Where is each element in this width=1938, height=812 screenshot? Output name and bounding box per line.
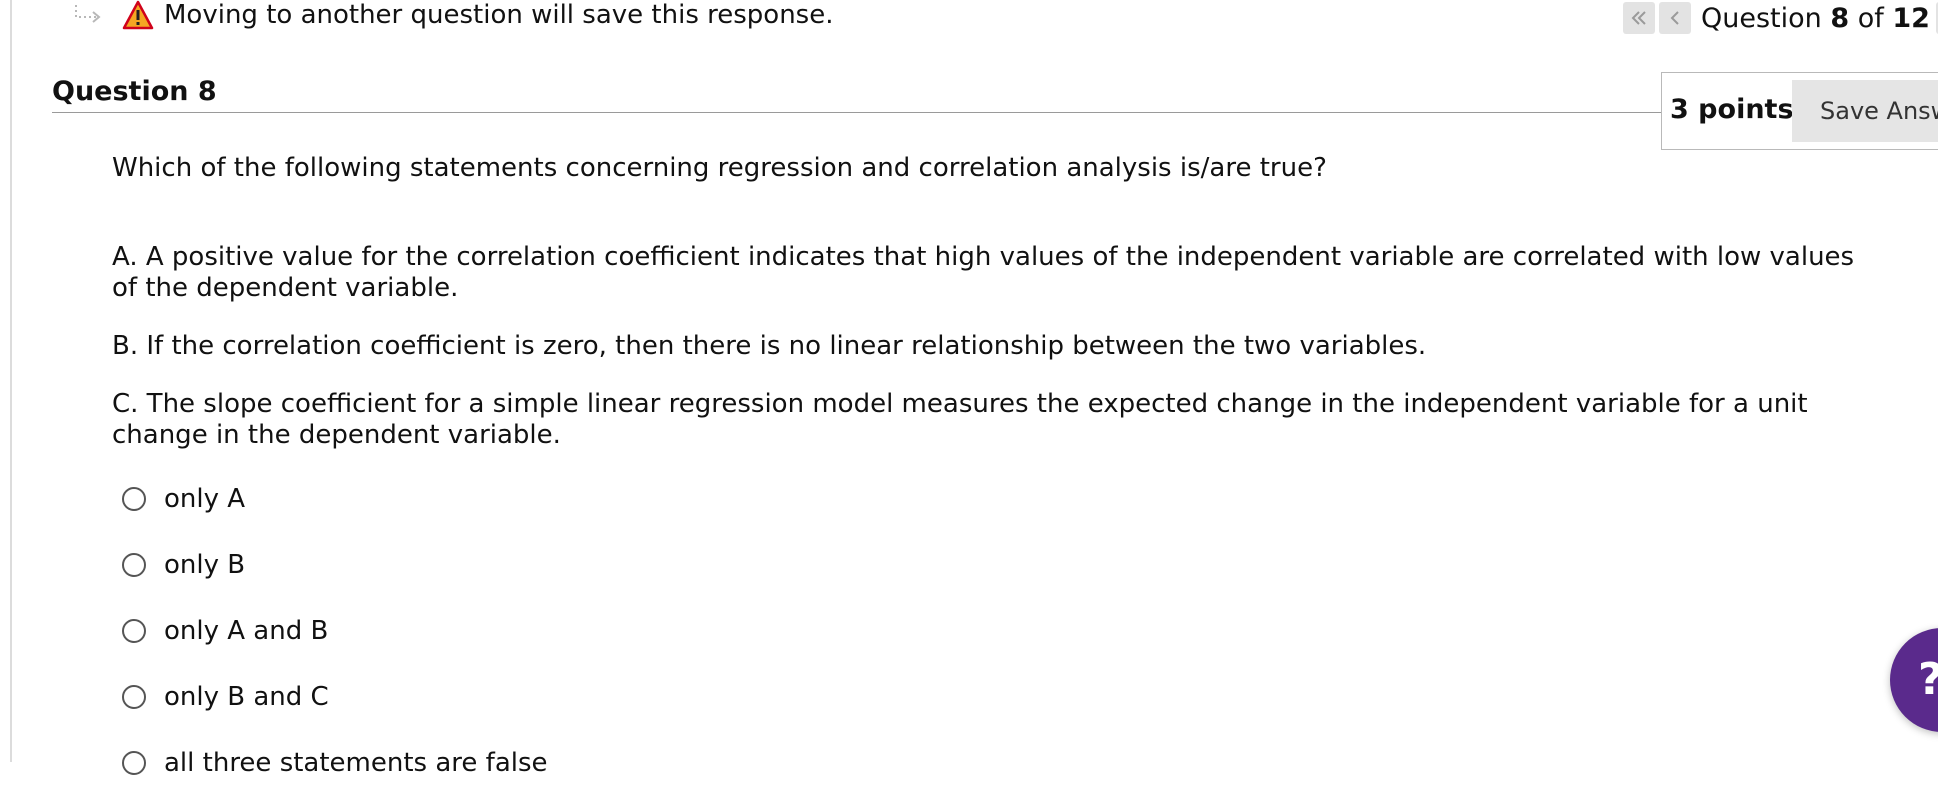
chevron-left-icon — [1670, 11, 1679, 25]
choice-option[interactable]: only B and C — [122, 680, 548, 714]
question-header-divider — [52, 112, 1662, 113]
save-warning-bar: Moving to another question will save thi… — [72, 0, 834, 30]
dotted-arrow-icon — [75, 5, 101, 23]
pager-prefix: Question — [1701, 2, 1822, 34]
radio-button[interactable] — [122, 619, 146, 643]
statement-c: C. The slope coefficient for a simple li… — [112, 389, 1808, 450]
previous-question-button[interactable] — [1659, 2, 1691, 34]
double-chevron-left-icon — [1631, 11, 1646, 25]
choice-option[interactable]: all three statements are false — [122, 746, 548, 780]
choice-label[interactable]: only A — [164, 484, 245, 514]
question-body: Which of the following statements concer… — [112, 153, 1872, 478]
page-left-border — [10, 0, 12, 762]
question-prompt: Which of the following statements concer… — [112, 153, 1327, 183]
radio-button[interactable] — [122, 487, 146, 511]
choice-label[interactable]: only A and B — [164, 616, 328, 646]
help-button[interactable]: ? — [1890, 628, 1938, 732]
choice-label[interactable]: only B — [164, 550, 245, 580]
choice-option[interactable]: only A and B — [122, 614, 548, 648]
choice-label[interactable]: only B and C — [164, 682, 329, 712]
help-icon: ? — [1918, 654, 1938, 705]
statement-b: B. If the correlation coefficient is zer… — [112, 331, 1427, 361]
first-question-button[interactable] — [1623, 2, 1655, 34]
choice-label[interactable]: all three statements are false — [164, 748, 548, 778]
radio-button[interactable] — [122, 685, 146, 709]
pager-current: 8 — [1830, 2, 1850, 34]
choice-option[interactable]: only A — [122, 482, 548, 516]
points-label: 3 points — [1670, 94, 1794, 125]
warning-text: Moving to another question will save thi… — [164, 0, 834, 30]
save-answer-button[interactable]: Save Answer — [1792, 80, 1938, 142]
radio-button[interactable] — [122, 553, 146, 577]
pager-of: of — [1857, 2, 1884, 34]
statement-a: A. A positive value for the correlation … — [112, 242, 1855, 303]
question-title: Question 8 — [52, 76, 217, 107]
pager-total: 12 — [1892, 2, 1930, 34]
answer-choices: only A only B only A and B only B and C … — [122, 482, 548, 812]
question-pager: Question 8 of 12 — [1623, 2, 1938, 34]
choice-option[interactable]: only B — [122, 548, 548, 582]
question-position-label: Question 8 of 12 — [1701, 3, 1930, 34]
radio-button[interactable] — [122, 751, 146, 775]
warning-triangle-icon — [122, 0, 154, 30]
